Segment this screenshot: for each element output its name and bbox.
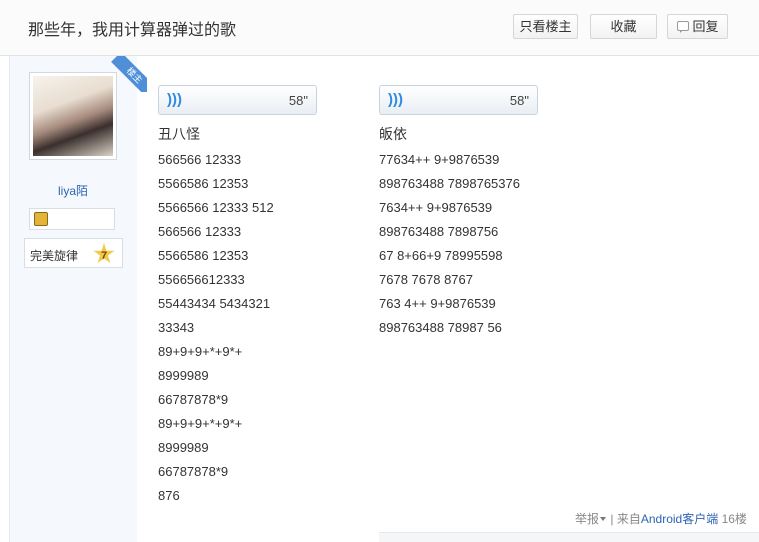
voice-duration: 58" xyxy=(509,93,529,108)
audio-wave-icon: ))) xyxy=(388,91,403,108)
username-link[interactable]: liya陌 xyxy=(9,182,137,199)
notes-line: 89+9+9+*+9*+ xyxy=(158,416,243,431)
notes-line: 5566586 12353 xyxy=(158,176,249,191)
avatar-image xyxy=(33,76,113,156)
level-name: 完美旋律 xyxy=(30,249,79,263)
voice-duration: 58" xyxy=(288,93,308,108)
only-op-button[interactable]: 只看楼主 xyxy=(513,14,578,39)
notes-line: 77634++ 9+9876539 xyxy=(379,152,500,167)
notes-line: 67 8+66+9 78995598 xyxy=(379,248,503,263)
notes-line: 7678 7678 8767 xyxy=(379,272,473,287)
notes-line: 898763488 7898756 xyxy=(379,224,499,239)
thread-title: 那些年，我用计算器弹过的歌 xyxy=(28,22,237,39)
level-box[interactable]: 完美旋律 7 xyxy=(24,238,123,268)
voice-player-1[interactable]: ))) 58" xyxy=(158,85,317,115)
notes-line: 89+9+9+*+9*+ xyxy=(158,344,243,359)
notes-line: 566566 12333 xyxy=(158,152,242,167)
notes-line: 55443434 5434321 xyxy=(158,296,271,311)
notes-line: 566566 12333 xyxy=(158,224,242,239)
song-title: 皈依 xyxy=(379,126,407,142)
medal-box xyxy=(29,208,115,230)
favorite-button[interactable]: 收藏 xyxy=(590,14,657,39)
reply-label: 回复 xyxy=(692,19,719,34)
notes-line: 7634++ 9+9876539 xyxy=(379,200,493,215)
avatar[interactable] xyxy=(29,72,117,160)
voice-player-2[interactable]: ))) 58" xyxy=(379,85,538,115)
notes-line: 898763488 78987 56 xyxy=(379,320,502,335)
post-content-1: 丑八怪 566566 12333 5566586 12353 5566566 1… xyxy=(158,124,274,508)
notes-line: 763 4++ 9+9876539 xyxy=(379,296,496,311)
notes-line: 5566586 12353 xyxy=(158,248,249,263)
song-title: 丑八怪 xyxy=(158,126,200,142)
reply-button[interactable]: 回复 xyxy=(667,14,728,39)
medal-icon[interactable] xyxy=(34,212,48,226)
audio-wave-icon: ))) xyxy=(167,91,182,108)
from-label: 来自 xyxy=(616,512,641,526)
thread-header: 那些年，我用计算器弹过的歌 只看楼主 收藏 回复 xyxy=(0,0,759,56)
caret-down-icon[interactable] xyxy=(600,517,607,521)
notes-line: 8999989 xyxy=(158,440,209,455)
report-link[interactable]: 举报 xyxy=(575,512,599,526)
notes-line: 556656612333 xyxy=(158,272,245,287)
notes-line: 66787878*9 xyxy=(158,464,229,479)
post-content-2: 皈依 77634++ 9+9876539 898763488 789876537… xyxy=(379,124,520,340)
client-link[interactable]: Android客户端 xyxy=(641,512,718,526)
notes-line: 5566566 12333 512 xyxy=(158,200,274,215)
level-star-icon: 7 xyxy=(93,243,115,264)
notes-line: 33343 xyxy=(158,320,195,335)
notes-line: 8999989 xyxy=(158,368,209,383)
floor-number: 16楼 xyxy=(721,512,747,526)
notes-line: 898763488 7898765376 xyxy=(379,176,520,191)
reply-bar xyxy=(379,532,759,542)
comment-icon xyxy=(677,21,689,33)
notes-line: 66787878*9 xyxy=(158,392,229,407)
notes-line: 876 xyxy=(158,488,180,503)
post-footer: 举报 | 来自Android客户端 16楼 xyxy=(575,510,747,527)
footer-separator: | xyxy=(610,512,614,526)
